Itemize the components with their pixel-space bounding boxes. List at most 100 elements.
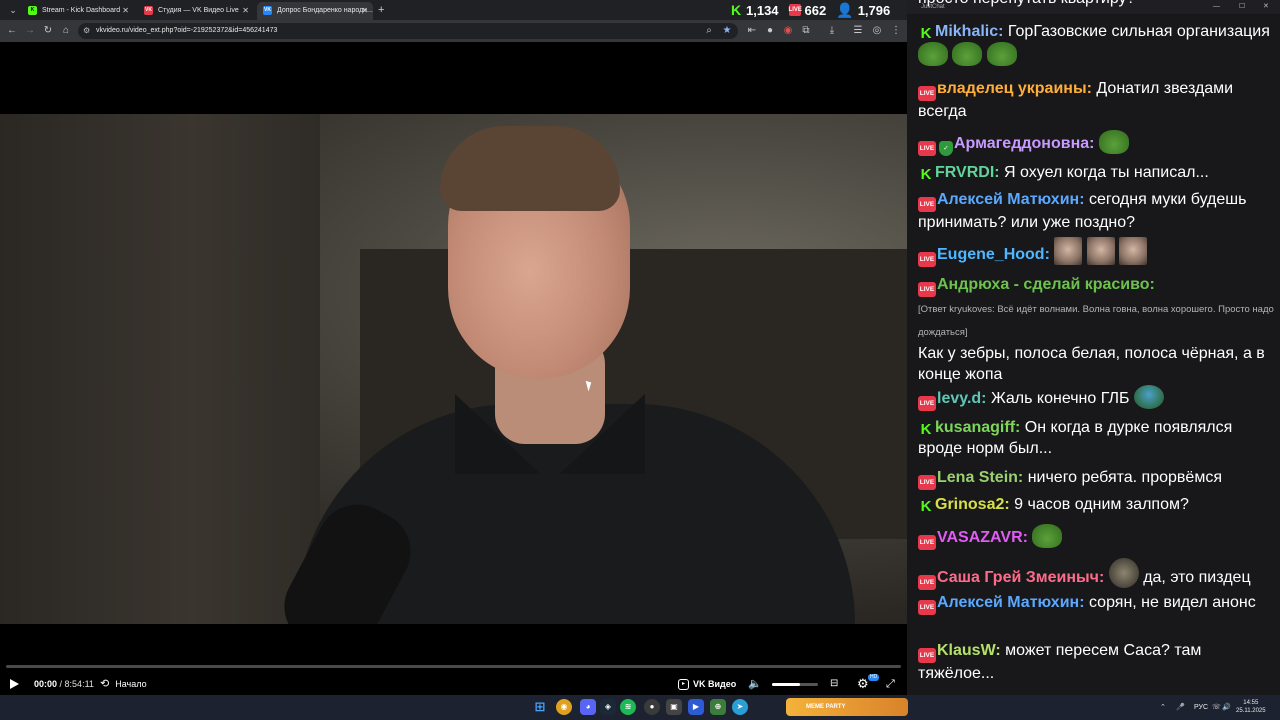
chat-message: Kkusanagiff: Он когда в дурке появлялся … (918, 417, 1274, 459)
tab-close-icon[interactable]: ✕ (242, 2, 249, 20)
fullscreen-icon[interactable]: ⤢ (886, 675, 895, 693)
chat-message-text: 9 часов одним залпом? (1014, 496, 1189, 513)
extension-icon[interactable]: ● (763, 24, 777, 38)
chat-username[interactable]: levy.d: (937, 390, 987, 407)
chrome-icon[interactable]: ◉ (556, 699, 572, 715)
vk-live-platform-icon: LIVE (918, 575, 936, 590)
back-icon[interactable]: ← (5, 24, 19, 38)
zoom-icon[interactable]: ⌕ (702, 24, 716, 38)
chat-username[interactable]: FRVRDI: (935, 164, 1000, 181)
language-indicator[interactable]: РУС (1194, 695, 1208, 720)
chat-username[interactable]: Алексей Матюхин: (937, 594, 1085, 611)
chat-username[interactable]: Алексей Матюхин: (937, 191, 1085, 208)
microphone-icon[interactable]: 🎤 (1176, 695, 1185, 720)
chat-username[interactable]: Саша Грей Змеиныч: (937, 569, 1104, 586)
chat-message: LIVE Алексей Матюхин: сорян, не видел ано… (918, 592, 1274, 615)
extension-icon[interactable]: ◉ (781, 24, 795, 38)
video-player[interactable]: 00:00 / 8:54:11 ⟲ Начало ▸ VK Видео 🔈 ⊟ … (0, 42, 907, 695)
chat-username[interactable]: VASAZAVR: (937, 529, 1028, 546)
spotify-icon[interactable]: ≋ (620, 699, 636, 715)
chat-message: LIVE Саша Грей Змеиныч: да, это пиздец (918, 558, 1274, 590)
start-windows-icon[interactable]: ⊞ (532, 699, 548, 715)
umbrella-emote-icon (1133, 385, 1164, 409)
chat-message: LIVE ✓ Армагеддоновна: (918, 130, 1274, 156)
chat-username[interactable]: Lena Stein: (937, 469, 1023, 486)
home-icon[interactable]: ⌂ (59, 24, 73, 38)
app-icon[interactable]: ▶ (688, 699, 704, 715)
current-time: 00:00 (34, 679, 58, 689)
pepe-emote-icon (1032, 524, 1063, 548)
reload-icon[interactable]: ↻ (41, 24, 55, 38)
meme-party-banner[interactable]: MEME PARTY (786, 698, 908, 716)
chat-message-text: Я охуел когда ты написал... (1004, 164, 1209, 181)
chat-message-text: просто перепутать квартиру? (918, 0, 1135, 7)
tab-kick-dashboard[interactable]: K Stream - Kick Dashboard ✕ (22, 2, 134, 20)
obs-icon[interactable]: ● (644, 699, 660, 715)
progress-bar[interactable] (6, 665, 901, 668)
chat-username[interactable]: Eugene_Hood: (937, 246, 1050, 263)
brand-label: VK Видео (693, 679, 737, 689)
chat-message: LIVE владелец украины: Донатил звездами в… (918, 78, 1274, 122)
chat-message-text: ничего ребята. прорвёмся (1027, 469, 1222, 486)
chat-username[interactable]: Mikhalic: (935, 23, 1003, 40)
chat-username[interactable]: KlausW: (937, 642, 1001, 659)
bookmark-star-icon[interactable]: ★ (720, 24, 734, 38)
vk-live-platform-icon: LIVE (918, 252, 936, 267)
vk-video-logo[interactable]: ▸ VK Видео (678, 675, 736, 693)
tab-vk-studio[interactable]: VK Студия — VK Видео Live ✕ (138, 2, 254, 20)
vk-live-platform-icon: LIVE (918, 475, 936, 490)
chat-username[interactable]: владелец украины: (937, 80, 1092, 97)
site-info-icon[interactable]: ⚙ (83, 23, 90, 39)
app-icon[interactable]: ▣ (666, 699, 682, 715)
chat-message: LIVE levy.d: Жаль конечно ГЛБ (918, 385, 1274, 411)
telegram-icon[interactable]: ➤ (732, 699, 748, 715)
subtitles-icon[interactable]: ⊟ (830, 675, 838, 693)
volume-slider[interactable] (772, 683, 818, 686)
kick-platform-icon: K (920, 421, 932, 438)
vk-live-platform-icon: LIVE (918, 600, 936, 615)
profile-icon[interactable]: ◎ (870, 24, 884, 38)
chat-message-text: да, это пиздец (1143, 569, 1251, 586)
time-separator: / (57, 679, 65, 689)
discord-icon[interactable]: ◕ (580, 699, 596, 715)
vk-live-platform-icon: LIVE (918, 197, 936, 212)
menu-kebab-icon[interactable]: ⋮ (889, 24, 903, 38)
volume-icon[interactable]: 🔈 (748, 675, 762, 693)
chat-message: LIVE Eugene_Hood: (918, 237, 1274, 267)
play-icon[interactable] (10, 679, 19, 689)
clock-time: 14:55 (1243, 700, 1259, 706)
kick-platform-icon: K (920, 25, 932, 42)
restart-label: Начало (115, 679, 147, 689)
restart-button[interactable]: ⟲ Начало (100, 675, 147, 693)
tab-close-icon[interactable]: ✕ (361, 2, 368, 20)
vk-live-logo-icon: LIVE (788, 4, 802, 16)
app-icon[interactable]: ⊕ (710, 699, 726, 715)
browser-window: ⌄ K Stream - Kick Dashboard ✕ VK Студия … (0, 0, 907, 695)
url-text: vkvideo.ru/video_ext.php?oid=-219252372&… (96, 27, 278, 34)
tab-vk-video-active[interactable]: VK Допрос Бондаренко народн... ✕ (257, 2, 373, 20)
tab-close-icon[interactable]: ✕ (122, 2, 129, 20)
forward-icon[interactable]: → (23, 24, 37, 38)
settings-gear-icon[interactable]: ⚙ (857, 675, 869, 693)
vk-live-platform-icon: LIVE (918, 535, 936, 550)
tab-groups-icon[interactable]: ☰ (851, 24, 865, 38)
tab-search-dropdown-icon[interactable]: ⌄ (6, 4, 20, 16)
extension-icon[interactable]: ⇤ (745, 24, 759, 38)
network-icon[interactable]: ☏ (1212, 695, 1221, 720)
steam-icon[interactable]: ◈ (600, 699, 616, 715)
video-frame[interactable] (0, 114, 907, 624)
system-clock[interactable]: 14:55 25.11.2025 (1236, 699, 1266, 715)
address-bar[interactable]: ⚙ vkvideo.ru/video_ext.php?oid=-21925237… (78, 23, 738, 39)
extensions-puzzle-icon[interactable]: ⧉ (799, 24, 813, 38)
tray-chevron-icon[interactable]: ⌃ (1160, 695, 1166, 720)
chat-message: LIVE VASAZAVR: (918, 524, 1274, 550)
chat-username[interactable]: Андрюха - сделай красиво: (937, 276, 1155, 293)
chat-username[interactable]: Армагеддоновна: (954, 135, 1094, 152)
windows-taskbar: ⊞ ◉ ◕ ◈ ≋ ● ▣ ▶ ⊕ ➤ MEME PARTY ⌃ 🎤 РУС ☏… (0, 695, 1280, 720)
vk-live-favicon-icon: VK (144, 6, 153, 15)
new-tab-icon[interactable]: + (378, 2, 384, 18)
volume-tray-icon[interactable]: 🔊 (1222, 695, 1231, 720)
download-icon[interactable]: ⤓ (825, 24, 839, 38)
chat-username[interactable]: Grinosa2: (935, 496, 1010, 513)
chat-username[interactable]: kusanagiff: (935, 419, 1020, 436)
